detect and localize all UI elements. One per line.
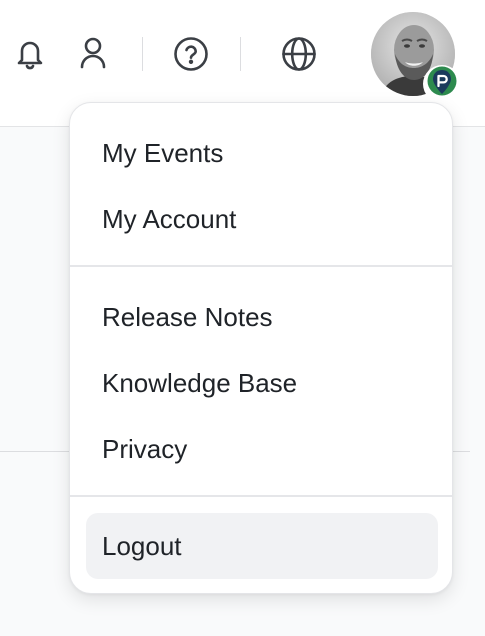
language-button[interactable] (279, 34, 319, 74)
menu-divider (70, 495, 452, 497)
menu-item-my-account[interactable]: My Account (102, 203, 236, 235)
profile-button[interactable] (73, 33, 113, 73)
menu-item-my-events[interactable]: My Events (102, 137, 223, 169)
logout-label: Logout (102, 531, 182, 561)
menu-item-knowledge-base[interactable]: Knowledge Base (102, 367, 297, 399)
status-badge (423, 65, 461, 103)
menu-item-privacy[interactable]: Privacy (102, 433, 187, 465)
header-divider (240, 37, 241, 71)
user-icon (78, 36, 108, 70)
menu-item-release-notes[interactable]: Release Notes (102, 301, 273, 333)
logout-button[interactable]: Logout (86, 513, 438, 579)
help-circle-icon (173, 36, 209, 72)
globe-icon (281, 36, 317, 72)
menu-divider (70, 265, 452, 267)
account-dropdown-menu: My Events My Account Release Notes Knowl… (69, 102, 453, 594)
map-pin-icon (426, 65, 458, 104)
help-button[interactable] (171, 34, 211, 74)
bell-icon (14, 36, 46, 70)
header-divider (142, 37, 143, 71)
notifications-button[interactable] (10, 33, 50, 73)
